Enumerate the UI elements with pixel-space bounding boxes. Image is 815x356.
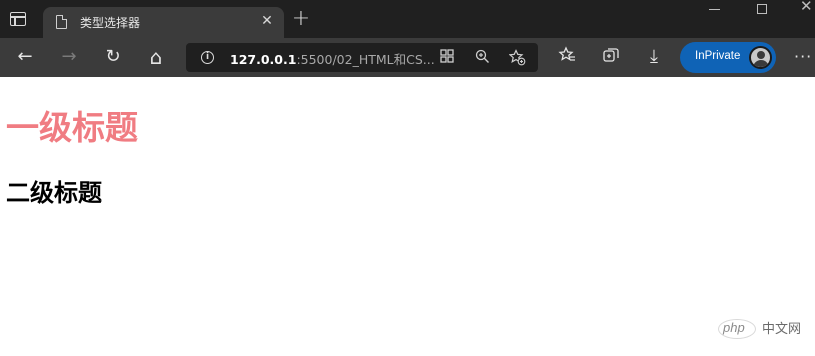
- refresh-icon[interactable]: ↻: [102, 46, 124, 68]
- logo-text: php: [723, 320, 745, 335]
- address-bar[interactable]: i 127.0.0.1:5500/02_HTML和CS...: [186, 43, 538, 72]
- collections-icon[interactable]: [600, 46, 622, 68]
- tab-strip: 类型选择器 ✕ + ✕: [0, 0, 815, 38]
- profile-avatar: [749, 46, 772, 69]
- info-icon[interactable]: i: [201, 51, 214, 64]
- url-path: :5500/02_HTML和CS...: [296, 52, 435, 67]
- url-host: 127.0.0.1: [230, 52, 297, 67]
- browser-toolbar: ← → ↻ ⌂ i 127.0.0.1:5500/02_HTML和CS... ⤓…: [0, 38, 815, 77]
- page-viewport: 一级标题 二级标题 php 中文网: [0, 77, 815, 356]
- close-window-button[interactable]: ✕: [800, 0, 814, 14]
- minimize-button[interactable]: [709, 9, 720, 10]
- favorites-icon[interactable]: [556, 46, 578, 68]
- tab-actions-icon[interactable]: [10, 12, 26, 26]
- heading-1: 一级标题: [6, 108, 138, 147]
- more-options-icon[interactable]: ···: [794, 49, 812, 65]
- url-text[interactable]: 127.0.0.1:5500/02_HTML和CS...: [230, 49, 435, 68]
- inprivate-button[interactable]: InPrivate: [680, 42, 776, 73]
- add-favorite-icon[interactable]: [508, 49, 526, 66]
- download-icon[interactable]: ⤓: [643, 46, 665, 68]
- watermark-site-text: 中文网: [762, 322, 802, 337]
- app-available-icon[interactable]: [438, 49, 455, 66]
- forward-icon[interactable]: →: [58, 46, 80, 68]
- home-icon[interactable]: ⌂: [145, 46, 167, 68]
- new-tab-button[interactable]: +: [290, 8, 312, 30]
- maximize-button[interactable]: [757, 4, 767, 14]
- tab-title: 类型选择器: [80, 16, 141, 30]
- heading-2: 二级标题: [6, 179, 102, 207]
- page-icon: [56, 15, 67, 29]
- back-icon[interactable]: ←: [14, 46, 36, 68]
- inprivate-label: InPrivate: [695, 50, 741, 62]
- browser-tab[interactable]: 类型选择器 ✕: [43, 7, 284, 38]
- tab-close-icon[interactable]: ✕: [260, 13, 274, 29]
- php-logo: php: [718, 317, 756, 341]
- zoom-icon[interactable]: [474, 49, 491, 66]
